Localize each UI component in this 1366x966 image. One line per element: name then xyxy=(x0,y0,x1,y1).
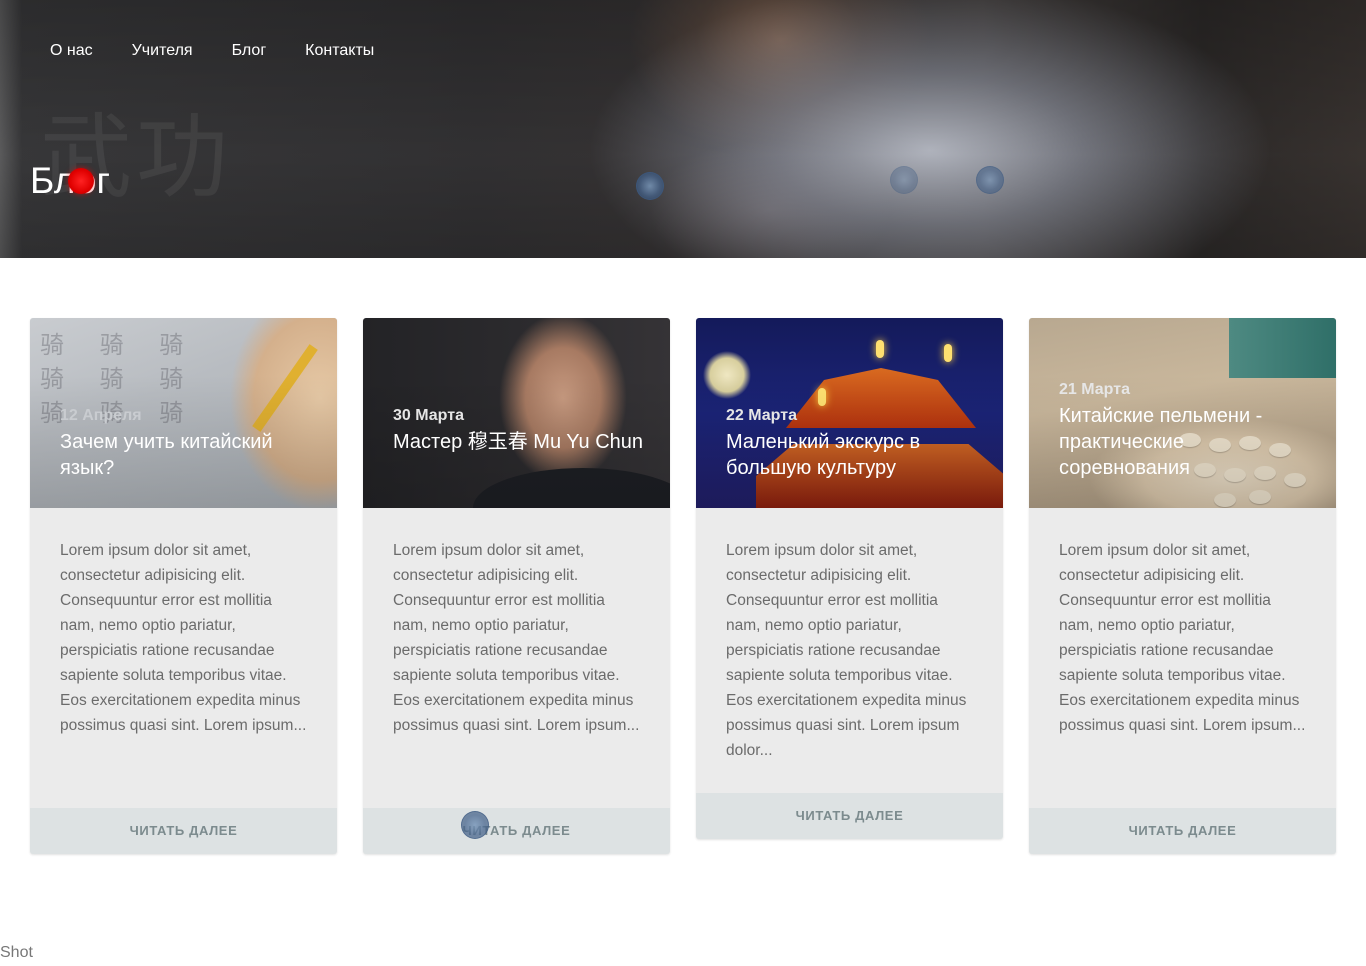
blue-marker-dot xyxy=(976,166,1004,194)
blog-card: 22 Марта Маленький экскурс в большую кул… xyxy=(696,318,1003,839)
card-meta: 21 Марта Китайские пельмени - практическ… xyxy=(1059,381,1316,481)
nav-item-contacts[interactable]: Контакты xyxy=(305,42,374,60)
card-date: 12 Апреля xyxy=(60,407,142,424)
card-image[interactable]: 21 Марта Китайские пельмени - практическ… xyxy=(1029,318,1336,508)
blog-card: 21 Марта Китайские пельмени - практическ… xyxy=(1029,318,1336,854)
read-more-button[interactable]: ЧИТАТЬ ДАЛЕЕ xyxy=(696,793,1003,839)
card-date: 21 Марта xyxy=(1059,381,1130,398)
read-more-button[interactable]: ЧИТАТЬ ДАЛЕЕ xyxy=(1029,808,1336,854)
card-title[interactable]: Маленький экскурс в большую культуру xyxy=(726,429,983,481)
blue-marker-dot xyxy=(461,811,489,839)
hero-banner: 武功 О нас Учителя Блог Контакты Блог xyxy=(0,0,1366,258)
card-date: 22 Марта xyxy=(726,407,797,424)
card-meta: 22 Марта Маленький экскурс в большую кул… xyxy=(726,407,983,481)
card-title[interactable]: Мастер 穆玉春 Mu Yu Chun xyxy=(393,429,650,455)
footer-text: Shot xyxy=(0,944,33,961)
nav-item-blog[interactable]: Блог xyxy=(232,42,267,60)
card-image[interactable]: 骑 骑 骑骑 骑 骑骑 骑 骑 12 Апреля Зачем учить ки… xyxy=(30,318,337,508)
card-image[interactable]: 22 Марта Маленький экскурс в большую кул… xyxy=(696,318,1003,508)
blog-card: 骑 骑 骑骑 骑 骑骑 骑 骑 12 Апреля Зачем учить ки… xyxy=(30,318,337,854)
card-excerpt: Lorem ipsum dolor sit amet, consectetur … xyxy=(60,542,307,734)
card-excerpt: Lorem ipsum dolor sit amet, consectetur … xyxy=(726,542,967,759)
red-marker-dot xyxy=(68,168,94,194)
read-more-button[interactable]: ЧИТАТЬ ДАЛЕЕ xyxy=(363,808,670,854)
main-nav: О нас Учителя Блог Контакты xyxy=(50,42,374,60)
read-more-button[interactable]: ЧИТАТЬ ДАЛЕЕ xyxy=(30,808,337,854)
card-image[interactable]: 30 Марта Мастер 穆玉春 Mu Yu Chun xyxy=(363,318,670,508)
hero-shade xyxy=(0,0,1366,258)
blog-card: 30 Марта Мастер 穆玉春 Mu Yu Chun Lorem ips… xyxy=(363,318,670,854)
blue-marker-dot xyxy=(636,172,664,200)
card-date: 30 Марта xyxy=(393,407,464,424)
nav-item-teachers[interactable]: Учителя xyxy=(132,42,193,60)
nav-item-about[interactable]: О нас xyxy=(50,42,93,60)
card-excerpt: Lorem ipsum dolor sit amet, consectetur … xyxy=(1059,542,1306,734)
card-title[interactable]: Зачем учить китайский язык? xyxy=(60,429,317,481)
card-title[interactable]: Китайские пельмени - практические соревн… xyxy=(1059,403,1316,481)
card-meta: 12 Апреля Зачем учить китайский язык? xyxy=(60,407,317,481)
blue-marker-dot xyxy=(890,166,918,194)
card-excerpt: Lorem ipsum dolor sit amet, consectetur … xyxy=(393,542,640,734)
card-meta: 30 Марта Мастер 穆玉春 Mu Yu Chun xyxy=(393,407,650,455)
